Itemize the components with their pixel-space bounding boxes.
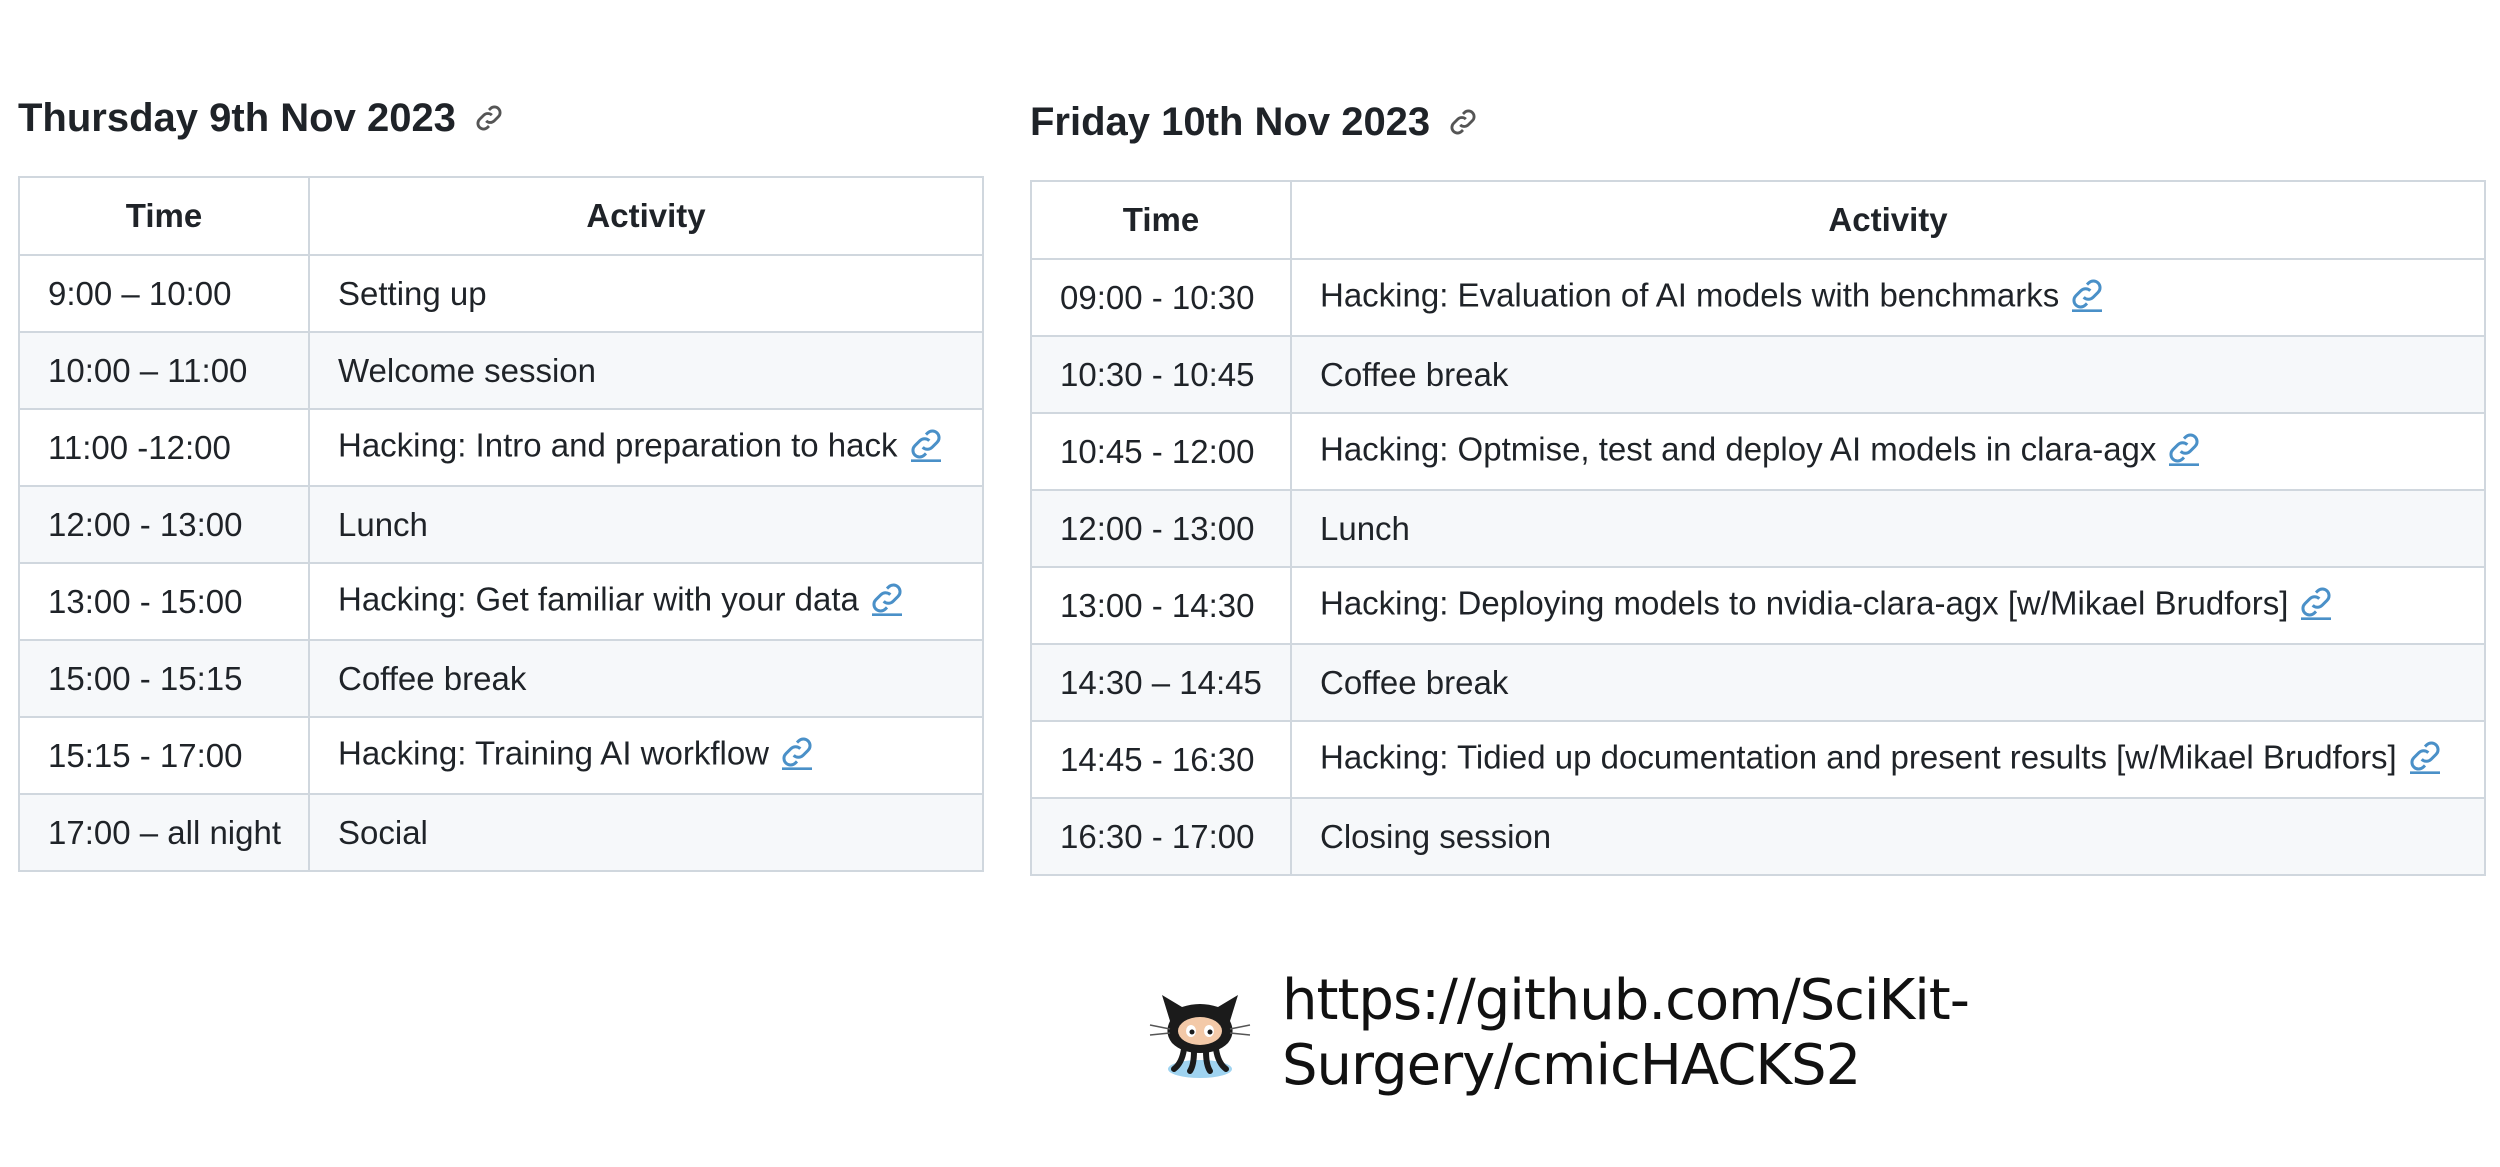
- activity-text: Hacking: Training AI workflow: [338, 734, 770, 772]
- table-row: 10:00 – 11:00 Welcome session: [18, 331, 984, 410]
- activity-link-icon[interactable]: [867, 578, 907, 626]
- table-row: 15:15 - 17:00 Hacking: Training AI workfl…: [18, 716, 984, 795]
- time-cell: 10:30 - 10:45: [1030, 335, 1292, 414]
- activity-text: Lunch: [338, 505, 428, 543]
- activity-link-icon[interactable]: [2405, 736, 2445, 784]
- time-cell: 17:00 – all night: [18, 793, 310, 872]
- activity-link-icon[interactable]: [2296, 582, 2336, 630]
- time-cell: 9:00 – 10:00: [18, 254, 310, 333]
- activity-text: Social: [338, 813, 428, 851]
- thursday-heading-text: Thursday 9th Nov 2023: [18, 95, 456, 140]
- time-cell: 16:30 - 17:00: [1030, 797, 1292, 876]
- time-cell: 11:00 -12:00: [18, 408, 310, 487]
- heading-anchor-link-icon[interactable]: [1446, 105, 1480, 139]
- activity-cell: Coffee break: [308, 639, 984, 718]
- activity-cell: Social: [308, 793, 984, 872]
- friday-heading-text: Friday 10th Nov 2023: [1030, 99, 1431, 144]
- table-row: 17:00 – all night Social: [18, 793, 984, 872]
- activity-cell: Coffee break: [1290, 643, 2486, 722]
- time-cell: 14:30 – 14:45: [1030, 643, 1292, 722]
- table-row: 11:00 -12:00 Hacking: Intro and preparati…: [18, 408, 984, 487]
- time-cell: 13:00 - 15:00: [18, 562, 310, 641]
- activity-column-header: Activity: [308, 176, 984, 256]
- table-row: 09:00 - 10:30 Hacking: Evaluation of AI m…: [1030, 258, 2486, 337]
- table-header-row: Time Activity: [18, 176, 984, 256]
- activity-text: Hacking: Optmise, test and deploy AI mod…: [1320, 430, 2157, 468]
- table-row: 10:30 - 10:45 Coffee break: [1030, 335, 2486, 414]
- activity-text: Lunch: [1320, 509, 1410, 547]
- activity-cell: Closing session: [1290, 797, 2486, 876]
- activity-cell: Coffee break: [1290, 335, 2486, 414]
- activity-cell: Setting up: [308, 254, 984, 333]
- github-repo-url[interactable]: https://github.com/SciKit-Surgery/cmicHA…: [1282, 968, 2500, 1098]
- activity-link-icon[interactable]: [2164, 428, 2204, 476]
- activity-link-icon[interactable]: [906, 424, 946, 472]
- time-cell: 13:00 - 14:30: [1030, 566, 1292, 645]
- table-row: 10:45 - 12:00 Hacking: Optmise, test and …: [1030, 412, 2486, 491]
- time-cell: 15:15 - 17:00: [18, 716, 310, 795]
- activity-text: Hacking: Evaluation of AI models with be…: [1320, 276, 2060, 314]
- table-row: 13:00 - 15:00 Hacking: Get familiar with …: [18, 562, 984, 641]
- activity-text: Hacking: Intro and preparation to hack: [338, 426, 898, 464]
- time-cell: 12:00 - 13:00: [1030, 489, 1292, 568]
- friday-section: Friday 10th Nov 2023: [1030, 92, 1480, 152]
- table-row: 16:30 - 17:00 Closing session: [1030, 797, 2486, 876]
- activity-text: Hacking: Tidied up documentation and pre…: [1320, 738, 2397, 776]
- table-row: 14:45 - 16:30 Hacking: Tidied up document…: [1030, 720, 2486, 799]
- table-row: 13:00 - 14:30 Hacking: Deploying models t…: [1030, 566, 2486, 645]
- activity-cell: Lunch: [1290, 489, 2486, 568]
- activity-text: Coffee break: [1320, 663, 1509, 701]
- time-column-header: Time: [18, 176, 310, 256]
- time-cell: 15:00 - 15:15: [18, 639, 310, 718]
- activity-text: Setting up: [338, 274, 487, 312]
- activity-cell: Lunch: [308, 485, 984, 564]
- activity-text: Hacking: Get familiar with your data: [338, 580, 859, 618]
- table-row: 15:00 - 15:15 Coffee break: [18, 639, 984, 718]
- table-row: 9:00 – 10:00 Setting up: [18, 254, 984, 333]
- github-repo-link[interactable]: https://github.com/SciKit-Surgery/cmicHA…: [1148, 968, 2500, 1098]
- thursday-section: Thursday 9th Nov 2023: [18, 88, 506, 148]
- activity-cell: Hacking: Tidied up documentation and pre…: [1290, 720, 2486, 799]
- activity-link-icon[interactable]: [2067, 274, 2107, 322]
- time-cell: 14:45 - 16:30: [1030, 720, 1292, 799]
- table-row: 14:30 – 14:45 Coffee break: [1030, 643, 2486, 722]
- thursday-heading: Thursday 9th Nov 2023: [18, 88, 506, 148]
- github-octocat-icon: [1148, 981, 1252, 1086]
- activity-text: Hacking: Deploying models to nvidia-clar…: [1320, 584, 2289, 622]
- time-column-header: Time: [1030, 180, 1292, 260]
- activity-cell: Welcome session: [308, 331, 984, 410]
- activity-text: Closing session: [1320, 817, 1552, 855]
- activity-cell: Hacking: Deploying models to nvidia-clar…: [1290, 566, 2486, 645]
- activity-cell: Hacking: Optmise, test and deploy AI mod…: [1290, 412, 2486, 491]
- time-cell: 10:45 - 12:00: [1030, 412, 1292, 491]
- activity-cell: Hacking: Get familiar with your data: [308, 562, 984, 641]
- activity-text: Coffee break: [338, 659, 527, 697]
- time-cell: 12:00 - 13:00: [18, 485, 310, 564]
- activity-link-icon[interactable]: [777, 732, 817, 780]
- table-row: 12:00 - 13:00 Lunch: [1030, 489, 2486, 568]
- time-cell: 09:00 - 10:30: [1030, 258, 1292, 337]
- time-cell: 10:00 – 11:00: [18, 331, 310, 410]
- activity-text: Welcome session: [338, 351, 596, 389]
- table-row: 12:00 - 13:00 Lunch: [18, 485, 984, 564]
- heading-anchor-link-icon[interactable]: [472, 101, 506, 135]
- friday-schedule-table: Time Activity 09:00 - 10:30 Hacking: Eval…: [1030, 180, 2486, 876]
- activity-cell: Hacking: Training AI workflow: [308, 716, 984, 795]
- activity-cell: Hacking: Intro and preparation to hack: [308, 408, 984, 487]
- activity-column-header: Activity: [1290, 180, 2486, 260]
- friday-heading: Friday 10th Nov 2023: [1030, 92, 1480, 152]
- thursday-schedule-table: Time Activity 9:00 – 10:00 Setting up 10:0…: [18, 176, 984, 872]
- table-header-row: Time Activity: [1030, 180, 2486, 260]
- activity-text: Coffee break: [1320, 355, 1509, 393]
- activity-cell: Hacking: Evaluation of AI models with be…: [1290, 258, 2486, 337]
